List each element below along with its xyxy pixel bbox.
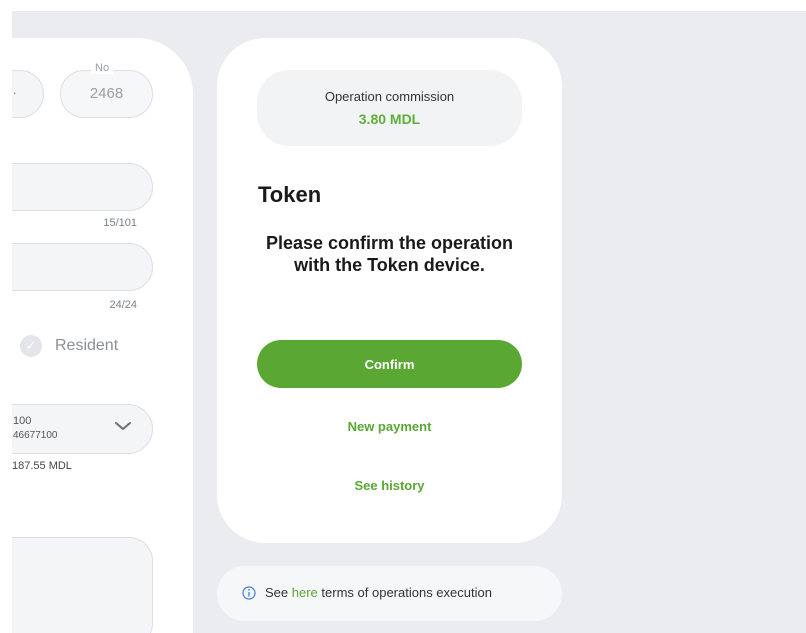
commission-value: 3.80 MDL (358, 111, 421, 127)
currency-select-value: · (12, 85, 17, 100)
new-payment-link[interactable]: New payment (217, 419, 562, 434)
confirm-button[interactable]: Confirm (257, 340, 522, 388)
beneficiary-name-field[interactable] (12, 163, 153, 211)
info-icon (242, 586, 256, 600)
payment-purpose-field[interactable] (12, 537, 153, 633)
account-iban: 46677100 (13, 430, 58, 441)
terms-info-bar: See here terms of operations execution (217, 566, 562, 621)
document-number-field[interactable]: No 2468 (60, 62, 153, 118)
terms-here-link[interactable]: here (292, 585, 318, 600)
token-confirmation-card: Operation commission 3.80 MDL Token Plea… (217, 38, 562, 543)
resident-checkbox[interactable]: ✓ (20, 335, 42, 357)
resident-label: Resident (55, 337, 119, 354)
commission-box: Operation commission 3.80 MDL (257, 70, 522, 146)
account-number: 100 (13, 415, 32, 427)
card-heading: Token (258, 182, 322, 207)
commission-title: Operation commission (324, 89, 455, 104)
account-balance: 187.55 MDL (12, 460, 72, 472)
document-number-label: No (91, 62, 114, 74)
document-number-value: 2468 (89, 85, 124, 102)
currency-select[interactable]: · (12, 70, 44, 118)
fiscal-code-field[interactable] (12, 243, 153, 291)
account-select[interactable]: 100 46677100 (12, 404, 153, 454)
terms-text: See here terms of operations execution (265, 585, 492, 600)
chevron-down-icon[interactable] (114, 420, 132, 432)
fiscal-code-counter: 24/24 (109, 299, 137, 311)
payment-form-panel: · No 2468 15/101 24/24 ✓ Resident 100 46… (12, 38, 193, 633)
beneficiary-name-counter: 15/101 (103, 217, 137, 229)
terms-suffix: terms of operations execution (321, 585, 492, 600)
confirm-message: Please confirm the operation with the To… (265, 233, 514, 275)
see-history-link[interactable]: See history (217, 478, 562, 493)
terms-prefix: See (265, 585, 289, 600)
